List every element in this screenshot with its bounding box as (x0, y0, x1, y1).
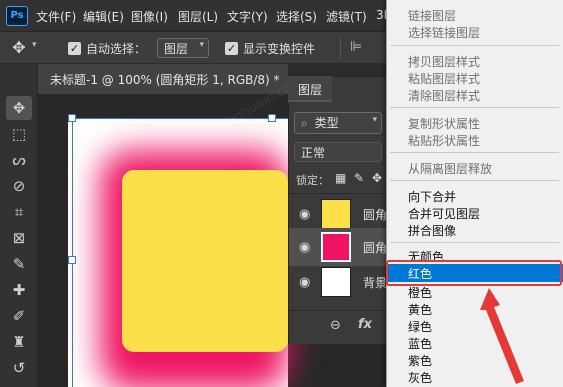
annotation-arrow-icon (480, 288, 524, 384)
menu-item-merge-down[interactable]: 向下合并 (386, 187, 563, 205)
document-tab[interactable]: 未标题-1 @ 100% (圆角矩形 1, RGB/8) * × (38, 64, 299, 94)
fx-icon[interactable]: fx (358, 317, 372, 332)
menu-type[interactable]: 文字(Y) (227, 8, 268, 25)
layers-panel-tab[interactable]: 图层 (288, 76, 332, 102)
link-icon[interactable]: ⊖ (330, 318, 341, 333)
chevron-down-icon: ▾ (199, 40, 204, 50)
menu-select[interactable]: 选择(S) (276, 8, 317, 25)
layer-thumbnail (321, 199, 351, 229)
menu-separator (390, 107, 559, 108)
layer-name[interactable]: 背景 (363, 274, 387, 291)
transform-bounding-box-edge (72, 118, 73, 387)
stamp-tool-icon[interactable]: ♜ (6, 330, 32, 354)
move-tool-preset-icon[interactable]: ✥ (8, 37, 30, 59)
photoshop-logo-icon[interactable]: Ps (6, 6, 28, 26)
show-transform-label: 显示变换控件 (243, 42, 316, 56)
lasso-tool-icon[interactable]: ᔕ (6, 148, 32, 172)
chevron-down-icon: ▾ (372, 115, 377, 125)
menu-item-release-from-isolation[interactable]: 从隔离图层释放 (386, 159, 563, 177)
menu-item-copy-layer-style[interactable]: 拷贝图层样式 (386, 52, 563, 70)
eye-icon[interactable]: ◉ (299, 207, 310, 222)
marquee-tool-icon[interactable]: ⬚ (6, 122, 32, 146)
show-transform-checkbox[interactable]: ✓ (225, 42, 238, 55)
divider (289, 193, 388, 194)
healing-brush-tool-icon[interactable]: ✚ (6, 278, 32, 302)
layer-filter-dropdown[interactable]: ⌕ 类型 ▾ (294, 112, 382, 134)
menu-item-clear-layer-style[interactable]: 清除图层样式 (386, 86, 563, 104)
layer-name[interactable]: 圆角 (363, 206, 387, 223)
menu-separator (390, 152, 559, 153)
menu-separator (390, 242, 559, 243)
document-tab-title: 未标题-1 @ 100% (圆角矩形 1, RGB/8) * (50, 73, 280, 87)
menu-item-link-layers[interactable]: 链接图层 (386, 6, 563, 24)
move-tool-icon[interactable]: ✥ (6, 96, 32, 120)
lock-label: 锁定： (296, 174, 329, 187)
layer-row[interactable]: ◉ 背景 (289, 263, 388, 301)
lock-image-pixels-icon[interactable]: ✎ (354, 171, 364, 185)
transform-handle[interactable] (68, 114, 76, 122)
layer-name[interactable]: 圆角 (363, 239, 387, 256)
brush-tool-icon[interactable]: ✐ (6, 304, 32, 328)
menu-file[interactable]: 文件(F) (36, 8, 76, 25)
chevron-down-icon[interactable]: ▾ (32, 40, 37, 50)
menu-item-paste-layer-style[interactable]: 粘贴图层样式 (386, 69, 563, 87)
menu-item-merge-visible[interactable]: 合并可见图层 (386, 204, 563, 222)
auto-select-value: 图层 (164, 42, 189, 56)
auto-select-label: 自动选择： (86, 42, 147, 56)
layer-thumbnail (321, 232, 351, 262)
crop-tool-icon[interactable]: ⌗ (6, 200, 32, 224)
eyedropper-tool-icon[interactable]: ✎ (6, 252, 32, 276)
align-left-icon[interactable]: ⊫ (350, 39, 362, 55)
eye-icon[interactable]: ◉ (299, 240, 310, 255)
blend-mode-value: 正常 (301, 146, 326, 160)
auto-select-checkbox[interactable]: ✓ (68, 42, 81, 55)
divider (340, 38, 341, 58)
layer-row-selected[interactable]: ◉ 圆角 (289, 228, 388, 266)
menu-separator (390, 45, 559, 46)
menu-item-paste-shape-attributes[interactable]: 粘贴形状属性 (386, 131, 563, 149)
layer-thumbnail (321, 267, 351, 297)
layer-filter-value: 类型 (314, 116, 339, 130)
transform-bounding-box (72, 118, 288, 119)
transform-handle[interactable] (68, 256, 76, 264)
menu-filter[interactable]: 滤镜(T) (326, 8, 367, 25)
history-brush-tool-icon[interactable]: ↺ (6, 356, 32, 380)
auto-select-dropdown[interactable]: 图层 ▾ (157, 38, 209, 58)
menu-layer[interactable]: 图层(L) (178, 8, 218, 25)
blend-mode-dropdown[interactable]: 正常 (294, 142, 382, 162)
frame-tool-icon[interactable]: ⊠ (6, 226, 32, 250)
search-icon: ⌕ (301, 116, 308, 130)
eye-icon[interactable]: ◉ (299, 275, 310, 290)
lock-transparent-pixels-icon[interactable]: ▦ (335, 171, 346, 185)
menu-item-select-linked-layers[interactable]: 选择链接图层 (386, 23, 563, 41)
quick-select-tool-icon[interactable]: ⊘ (6, 174, 32, 198)
transform-handle[interactable] (268, 114, 276, 122)
menu-edit[interactable]: 编辑(E) (83, 8, 124, 25)
lock-position-icon[interactable]: ✥ (372, 171, 382, 185)
menu-image[interactable]: 图像(I) (131, 8, 168, 25)
menu-separator (390, 180, 559, 181)
menu-item-flatten-image[interactable]: 拼合图像 (386, 221, 563, 239)
menu-item-copy-shape-attributes[interactable]: 复制形状属性 (386, 114, 563, 132)
rounded-rectangle-shape[interactable] (122, 170, 288, 352)
